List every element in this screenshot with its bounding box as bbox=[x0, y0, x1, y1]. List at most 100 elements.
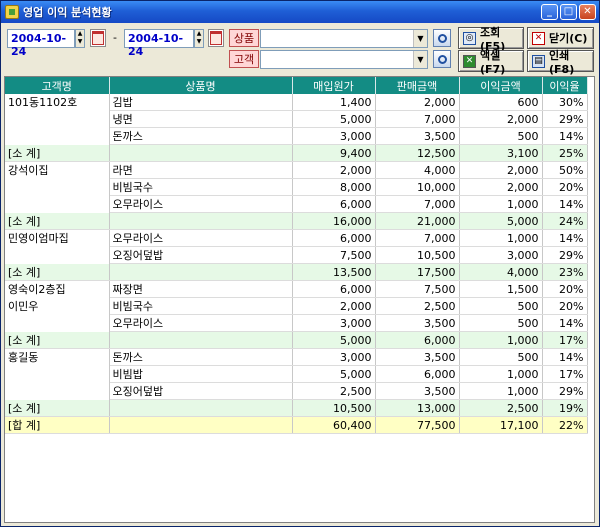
cell-product: 라면 bbox=[109, 161, 293, 179]
column-header-customer[interactable]: 고객명 bbox=[5, 77, 110, 94]
spin-up-icon[interactable]: ▲ bbox=[195, 30, 203, 38]
date-to-spinner[interactable]: ▲ ▼ bbox=[194, 29, 204, 48]
cell-cost: 6,000 bbox=[292, 229, 376, 247]
column-header-product[interactable]: 상품명 bbox=[109, 77, 293, 94]
date-to-input[interactable]: 2004-10-24 bbox=[124, 29, 194, 58]
table-row[interactable]: 영숙이2층집 짜장면 6,000 7,500 1,500 20% bbox=[5, 280, 588, 298]
cell-customer bbox=[5, 195, 110, 213]
cell-product: 김밥 bbox=[109, 94, 293, 111]
close-button-label: 닫기(C) bbox=[549, 32, 588, 45]
cell-customer: [소 계] bbox=[5, 399, 110, 417]
cell-profit: 2,000 bbox=[459, 178, 543, 196]
cell-profit: 5,000 bbox=[459, 212, 543, 230]
cell-cost: 9,400 bbox=[292, 144, 376, 162]
excel-button-label: 액셀(F7) bbox=[480, 48, 506, 76]
customer-search-icon[interactable] bbox=[433, 50, 451, 68]
cell-product: 돈까스 bbox=[109, 127, 293, 145]
cell-cost: 1,400 bbox=[292, 94, 376, 111]
cell-cost: 10,500 bbox=[292, 399, 376, 417]
subtotal-row[interactable]: [소 계] 13,500 17,500 4,000 23% bbox=[5, 263, 588, 281]
maximize-button[interactable]: □ bbox=[560, 4, 577, 20]
date-from-spinner[interactable]: ▲ ▼ bbox=[75, 29, 85, 48]
table-row[interactable]: 강석이집 라면 2,000 4,000 2,000 50% bbox=[5, 161, 588, 179]
close-icon: ✕ bbox=[532, 31, 545, 45]
cell-sales: 17,500 bbox=[375, 263, 460, 281]
table-row[interactable]: 비빔밥 5,000 6,000 1,000 17% bbox=[5, 365, 588, 383]
cell-rate: 20% bbox=[542, 280, 588, 298]
cell-sales: 7,000 bbox=[375, 110, 460, 128]
cell-customer bbox=[5, 246, 110, 264]
cell-rate: 24% bbox=[542, 212, 588, 230]
spin-down-icon[interactable]: ▼ bbox=[76, 38, 84, 46]
table-row[interactable]: 오징어덮밥 2,500 3,500 1,000 29% bbox=[5, 382, 588, 400]
cell-rate: 17% bbox=[542, 365, 588, 383]
column-header-profit[interactable]: 이익금액 bbox=[459, 77, 543, 94]
dropdown-arrow-icon[interactable]: ▼ bbox=[413, 51, 427, 68]
customer-label: 고객 bbox=[229, 50, 259, 68]
table-row[interactable]: 이민우 비빔국수 2,000 2,500 500 20% bbox=[5, 297, 588, 315]
cell-product: 오무라이스 bbox=[109, 314, 293, 332]
spin-up-icon[interactable]: ▲ bbox=[76, 30, 84, 38]
cell-sales: 13,000 bbox=[375, 399, 460, 417]
minimize-button[interactable]: _ bbox=[541, 4, 558, 20]
cell-cost: 2,500 bbox=[292, 382, 376, 400]
date-from-input[interactable]: 2004-10-24 bbox=[7, 29, 75, 58]
calendar-from-icon[interactable] bbox=[90, 29, 106, 47]
product-select[interactable]: ▼ bbox=[260, 29, 428, 48]
cell-rate: 29% bbox=[542, 382, 588, 400]
table-row[interactable]: 냉면 5,000 7,000 2,000 29% bbox=[5, 110, 588, 128]
cell-profit: 1,000 bbox=[459, 229, 543, 247]
print-button[interactable]: ▤ 인쇄(F8) bbox=[527, 49, 594, 76]
table-row[interactable]: 오무라이스 3,000 3,500 500 14% bbox=[5, 314, 588, 332]
cell-customer: 홍길동 bbox=[5, 348, 110, 366]
cell-profit: 500 bbox=[459, 314, 543, 332]
total-row[interactable]: [합 계] 60,400 77,500 17,100 22% bbox=[5, 416, 588, 434]
cell-cost: 3,000 bbox=[292, 314, 376, 332]
cell-customer bbox=[5, 314, 110, 332]
cell-sales: 77,500 bbox=[375, 416, 460, 434]
table-row[interactable]: 오무라이스 6,000 7,000 1,000 14% bbox=[5, 195, 588, 213]
cell-profit: 500 bbox=[459, 348, 543, 366]
subtotal-row[interactable]: [소 계] 5,000 6,000 1,000 17% bbox=[5, 331, 588, 349]
title-bar: 영업 이익 분석현황 _ □ ✕ bbox=[1, 1, 599, 23]
cell-rate: 19% bbox=[542, 399, 588, 417]
dropdown-arrow-icon[interactable]: ▼ bbox=[413, 30, 427, 47]
profit-table: 고객명 상품명 매입원가 판매금액 이익금액 이익율 101동1102호 김밥 1,… bbox=[5, 77, 588, 434]
cell-product: 오징어덮밥 bbox=[109, 246, 293, 264]
cell-customer bbox=[5, 365, 110, 383]
calendar-to-icon[interactable] bbox=[208, 29, 224, 47]
cell-profit: 500 bbox=[459, 297, 543, 315]
customer-select[interactable]: ▼ bbox=[260, 50, 428, 69]
profit-grid[interactable]: 고객명 상품명 매입원가 판매금액 이익금액 이익율 101동1102호 김밥 1,… bbox=[4, 76, 595, 523]
column-header-sales[interactable]: 판매금액 bbox=[375, 77, 460, 94]
column-header-cost[interactable]: 매입원가 bbox=[292, 77, 376, 94]
cell-rate: 14% bbox=[542, 127, 588, 145]
cell-profit: 17,100 bbox=[459, 416, 543, 434]
cell-product: 짜장면 bbox=[109, 280, 293, 298]
table-row[interactable]: 홍길동 돈까스 3,000 3,500 500 14% bbox=[5, 348, 588, 366]
table-row[interactable]: 오징어덮밥 7,500 10,500 3,000 29% bbox=[5, 246, 588, 264]
subtotal-row[interactable]: [소 계] 10,500 13,000 2,500 19% bbox=[5, 399, 588, 417]
cell-cost: 2,000 bbox=[292, 297, 376, 315]
table-row[interactable]: 돈까스 3,000 3,500 500 14% bbox=[5, 127, 588, 145]
app-icon bbox=[5, 5, 19, 19]
cell-customer: 101동1102호 bbox=[5, 94, 110, 111]
subtotal-row[interactable]: [소 계] 16,000 21,000 5,000 24% bbox=[5, 212, 588, 230]
cell-profit: 1,000 bbox=[459, 382, 543, 400]
cell-cost: 5,000 bbox=[292, 331, 376, 349]
table-row[interactable]: 민영이엄마집 오무라이스 6,000 7,000 1,000 14% bbox=[5, 229, 588, 247]
product-search-icon[interactable] bbox=[433, 29, 451, 47]
table-row[interactable]: 비빔국수 8,000 10,000 2,000 20% bbox=[5, 178, 588, 196]
cell-rate: 23% bbox=[542, 263, 588, 281]
cell-sales: 7,500 bbox=[375, 280, 460, 298]
subtotal-row[interactable]: [소 계] 9,400 12,500 3,100 25% bbox=[5, 144, 588, 162]
app-window: 영업 이익 분석현황 _ □ ✕ 2004-10-24 ▲ ▼ - 2004-1… bbox=[0, 0, 600, 527]
close-window-button[interactable]: ✕ bbox=[579, 4, 596, 20]
cell-product: 오무라이스 bbox=[109, 195, 293, 213]
cell-customer: 민영이엄마집 bbox=[5, 229, 110, 247]
column-header-rate[interactable]: 이익율 bbox=[542, 77, 588, 94]
spin-down-icon[interactable]: ▼ bbox=[195, 38, 203, 46]
table-row[interactable]: 101동1102호 김밥 1,400 2,000 600 30% bbox=[5, 94, 588, 111]
excel-button[interactable]: ✕ 액셀(F7) bbox=[458, 49, 524, 76]
cell-cost: 16,000 bbox=[292, 212, 376, 230]
